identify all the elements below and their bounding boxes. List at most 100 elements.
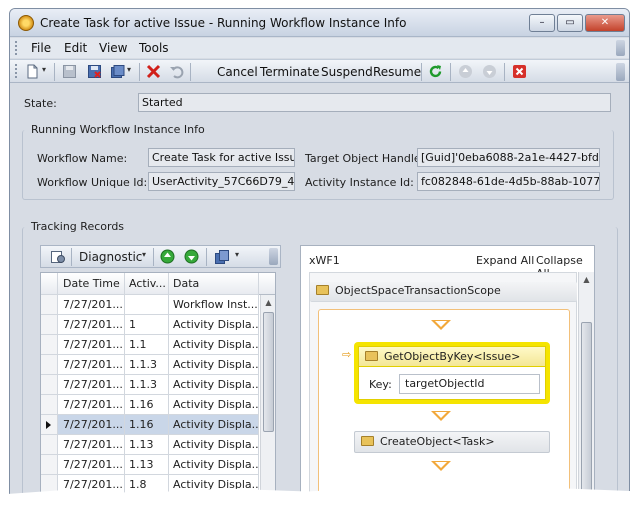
export-dropdown-icon[interactable]: ▾ xyxy=(235,250,239,259)
create-object-folder-icon xyxy=(361,436,374,446)
new-document-icon[interactable] xyxy=(25,64,40,79)
current-step-arrow-icon: ⇨ xyxy=(342,348,352,361)
table-row[interactable]: 7/27/201... 1 Activity Displa... xyxy=(41,315,259,335)
row-indicator[interactable] xyxy=(41,395,58,415)
next-record-icon[interactable] xyxy=(184,249,199,264)
cell-date-time: 7/27/201... xyxy=(58,395,125,415)
grid-row-indicator-header xyxy=(41,273,58,295)
column-header-data[interactable]: Data xyxy=(169,273,259,295)
new-dropdown-icon[interactable]: ▾ xyxy=(42,65,46,74)
row-indicator[interactable] xyxy=(41,315,58,335)
tracking-records-grid: Date Time Activ... Data 7/27/201... Workf… xyxy=(40,272,276,495)
save-options-icon[interactable] xyxy=(110,64,125,79)
cell-activity: 1.1.3 xyxy=(125,375,169,395)
table-row[interactable]: 7/27/201... 1.1.3 Activity Displa... xyxy=(41,355,259,375)
connector-arrow-2 xyxy=(431,411,451,421)
cell-data: Activity Displa... xyxy=(169,355,259,375)
key-field[interactable]: targetObjectId xyxy=(399,374,540,394)
close-view-icon[interactable] xyxy=(512,64,527,79)
transaction-scope-header[interactable]: ObjectSpaceTransactionScope xyxy=(310,282,577,302)
get-object-by-key-header[interactable]: GetObjectByKey<Issue> xyxy=(359,347,545,367)
activity-folder-icon xyxy=(365,351,378,361)
row-indicator[interactable] xyxy=(41,455,58,475)
designer-scroll-up-icon[interactable]: ▲ xyxy=(580,273,593,287)
column-header-activity[interactable]: Activ... xyxy=(125,273,169,295)
designer-scroll-thumb[interactable] xyxy=(581,322,592,492)
designer-vertical-scrollbar[interactable]: ▲ xyxy=(578,272,594,495)
grid-toolbar-overflow-handle[interactable] xyxy=(269,248,278,265)
expand-all-button[interactable]: Expand All xyxy=(476,254,534,267)
save-icon[interactable] xyxy=(62,64,77,79)
tracking-level-chevron-icon[interactable]: ▾ xyxy=(142,250,146,259)
menu-tools[interactable]: Tools xyxy=(139,41,169,55)
menu-edit[interactable]: Edit xyxy=(64,41,87,55)
menu-file[interactable]: File xyxy=(31,41,51,55)
cancel-button[interactable]: Cancel xyxy=(217,65,258,79)
table-row[interactable]: 7/27/201... Workflow Inst... xyxy=(41,295,259,315)
designer-canvas: ObjectSpaceTransactionScope ⇨ GetObjectB… xyxy=(309,272,577,495)
save-and-close-icon[interactable] xyxy=(87,64,102,79)
cell-activity: 1.13 xyxy=(125,455,169,475)
row-indicator[interactable] xyxy=(41,295,58,315)
cell-date-time: 7/27/201... xyxy=(58,435,125,455)
refresh-icon[interactable] xyxy=(428,64,443,79)
create-object-activity[interactable]: CreateObject<Task> xyxy=(354,431,550,453)
row-indicator[interactable] xyxy=(41,435,58,455)
terminate-button[interactable]: Terminate xyxy=(260,65,319,79)
cell-data: Activity Displa... xyxy=(169,395,259,415)
toolbar-grip xyxy=(15,64,18,78)
maximize-button[interactable]: ▭ xyxy=(557,14,583,32)
designer-breadcrumb[interactable]: xWF1 xyxy=(309,254,340,267)
workflow-name-field: Create Task for active Issue xyxy=(148,148,295,167)
resume-button[interactable]: Resume xyxy=(373,65,421,79)
cell-activity: 1.1 xyxy=(125,335,169,355)
undo-icon[interactable] xyxy=(169,64,184,79)
tracking-level-dropdown[interactable]: Diagnostic xyxy=(79,250,142,264)
grid-vertical-scrollbar[interactable]: ▲ xyxy=(260,295,275,495)
get-object-by-key-activity[interactable]: GetObjectByKey<Issue> Key: targetObjectI… xyxy=(358,346,546,400)
menu-overflow-handle[interactable] xyxy=(616,40,625,56)
export-icon[interactable] xyxy=(214,249,230,265)
toolbar-separator xyxy=(504,63,505,81)
workflow-unique-id-field: UserActivity_57C66D79_43B xyxy=(148,172,295,191)
table-row[interactable]: 7/27/201... 1.13 Activity Displa... xyxy=(41,455,259,475)
table-row[interactable]: 7/27/201... 1.1 Activity Displa... xyxy=(41,335,259,355)
suspend-button[interactable]: Suspend xyxy=(321,65,373,79)
table-row[interactable]: 7/27/201... 1.1.3 Activity Displa... xyxy=(41,375,259,395)
menu-view[interactable]: View xyxy=(99,41,127,55)
scroll-up-icon[interactable]: ▲ xyxy=(262,296,275,310)
app-icon xyxy=(18,15,34,31)
cell-activity: 1 xyxy=(125,315,169,335)
main-window: Create Task for active Issue - Running W… xyxy=(9,8,630,496)
delete-icon[interactable] xyxy=(146,64,161,79)
activity-instance-id-field: fc082848-61de-4d5b-88ab-10775f9 xyxy=(417,172,600,191)
row-indicator[interactable] xyxy=(41,335,58,355)
table-row[interactable]: 7/27/201... 1.13 Activity Displa... xyxy=(41,435,259,455)
grid-scroll-thumb[interactable] xyxy=(263,312,274,432)
minimize-button[interactable]: – xyxy=(529,14,555,32)
cell-data: Activity Displa... xyxy=(169,415,259,435)
grid-toolbar: Diagnostic ▾ ▾ xyxy=(40,245,281,268)
row-indicator[interactable] xyxy=(41,415,58,435)
row-indicator[interactable] xyxy=(41,355,58,375)
cell-data: Workflow Inst... xyxy=(169,295,259,315)
scope-folder-icon xyxy=(316,285,329,295)
connector-arrow-1 xyxy=(431,320,451,330)
grid-toolbar-separator xyxy=(153,248,154,266)
close-button[interactable]: ✕ xyxy=(585,14,625,32)
move-up-icon[interactable] xyxy=(458,64,473,79)
table-row[interactable]: 7/27/201... 1.16 Activity Displa... xyxy=(41,395,259,415)
row-indicator[interactable] xyxy=(41,375,58,395)
move-down-icon[interactable] xyxy=(482,64,497,79)
menu-bar: File Edit View Tools xyxy=(10,38,629,58)
save-dropdown-icon[interactable]: ▾ xyxy=(127,65,131,74)
cell-date-time: 7/27/201... xyxy=(58,315,125,335)
table-row[interactable]: 7/27/201... 1.16 Activity Displa... xyxy=(41,415,259,435)
previous-record-icon[interactable] xyxy=(160,249,175,264)
toolbar-overflow-handle[interactable] xyxy=(616,63,625,81)
column-header-date-time[interactable]: Date Time xyxy=(58,273,125,295)
cell-activity xyxy=(125,295,169,315)
window-title: Create Task for active Issue - Running W… xyxy=(40,16,407,30)
list-options-icon[interactable] xyxy=(50,249,66,265)
grid-header: Date Time Activ... Data xyxy=(41,273,275,295)
